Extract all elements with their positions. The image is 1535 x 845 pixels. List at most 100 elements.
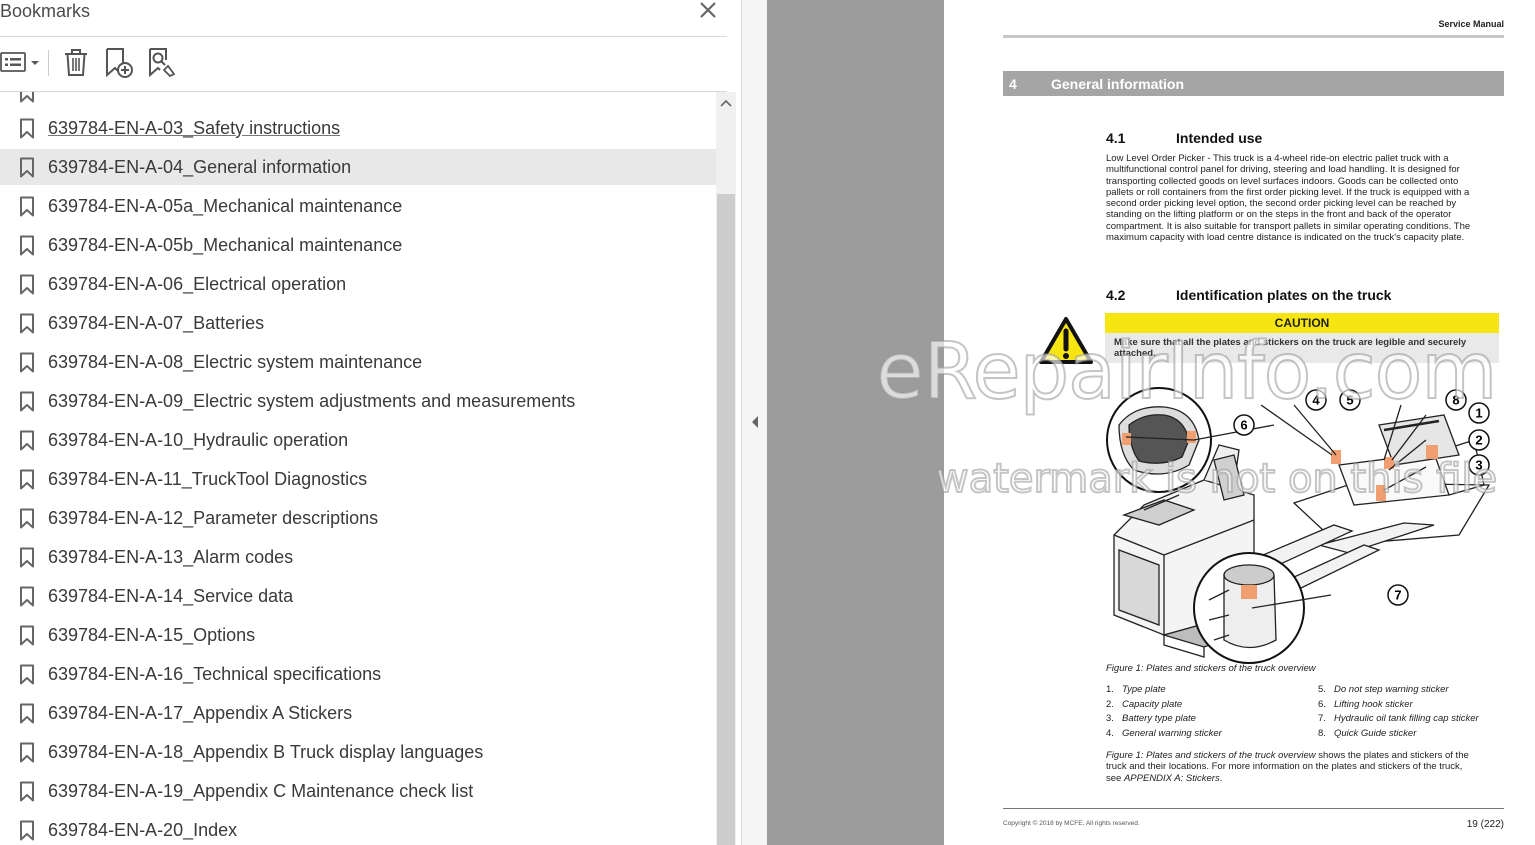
header-divider bbox=[0, 36, 727, 37]
bookmark-icon bbox=[20, 196, 34, 217]
bookmark-item[interactable]: 639784-EN-A-12_Parameter descriptions bbox=[0, 500, 716, 536]
legend-number: 3. bbox=[1106, 713, 1114, 724]
legend-text: General warning sticker bbox=[1122, 727, 1222, 739]
bookmark-item[interactable]: 639784-EN-A-14_Service data bbox=[0, 578, 716, 614]
bookmark-list: 639784-EN-A-03_Safety instructions 639784… bbox=[0, 92, 716, 845]
footer-rule bbox=[1003, 808, 1504, 809]
bookmark-icon bbox=[20, 664, 34, 685]
bookmark-icon bbox=[20, 430, 34, 451]
bookmark-icon bbox=[20, 274, 34, 295]
bookmark-item[interactable]: 639784-EN-A-20_Index bbox=[0, 812, 716, 845]
bookmark-item[interactable]: 639784-EN-A-19_Appendix C Maintenance ch… bbox=[0, 773, 716, 809]
bookmark-icon bbox=[20, 781, 34, 802]
legend-item: 5. Do not step warning sticker bbox=[1318, 684, 1449, 695]
panel-splitter[interactable] bbox=[741, 0, 767, 845]
truck-stickers-figure: 1 2 3 4 5 6 7 8 bbox=[1106, 387, 1491, 664]
bookmark-item[interactable]: 639784-EN-A-13_Alarm codes bbox=[0, 539, 716, 575]
figure-callout: 5 bbox=[1339, 389, 1361, 411]
legend-number: 1. bbox=[1106, 684, 1114, 695]
bookmark-item[interactable]: 639784-EN-A-11_TruckTool Diagnostics bbox=[0, 461, 716, 497]
callout-number: 8 bbox=[1452, 393, 1459, 408]
figure-callout: 2 bbox=[1468, 429, 1490, 451]
bookmark-item[interactable]: 639784-EN-A-05b_Mechanical maintenance bbox=[0, 227, 716, 263]
scroll-up-button[interactable] bbox=[716, 98, 736, 114]
bookmark-label: 639784-EN-A-05b_Mechanical maintenance bbox=[48, 234, 403, 255]
legend-text: Do not step warning sticker bbox=[1334, 684, 1449, 695]
bookmark-item[interactable]: 639784-EN-A-08_Electric system maintenan… bbox=[0, 344, 716, 380]
bookmark-label: 639784-EN-A-04_General information bbox=[48, 156, 352, 177]
caution-text: Make sure that all the plates and sticke… bbox=[1105, 333, 1499, 363]
collapse-panel-icon[interactable] bbox=[751, 415, 759, 429]
bookmark-icon bbox=[20, 742, 34, 763]
legend-number: 7. bbox=[1318, 713, 1326, 724]
legend-number: 5. bbox=[1318, 684, 1326, 695]
legend-text: Hydraulic oil tank filling cap sticker bbox=[1334, 713, 1479, 724]
section-title: General information bbox=[1051, 76, 1185, 92]
callout-number: 3 bbox=[1475, 458, 1482, 473]
subsection-title: Identification plates on the truck bbox=[1176, 287, 1392, 303]
bookmark-item-partial bbox=[0, 92, 716, 110]
callout-number: 5 bbox=[1346, 393, 1353, 408]
bookmark-icon bbox=[20, 92, 34, 103]
bookmark-item[interactable]: 639784-EN-A-05a_Mechanical maintenance bbox=[0, 188, 716, 224]
legend-text: Quick Guide sticker bbox=[1334, 727, 1417, 739]
bookmark-item[interactable]: 639784-EN-A-09_Electric system adjustmen… bbox=[0, 383, 716, 419]
bookmark-icon bbox=[20, 703, 34, 724]
find-bookmark-button[interactable] bbox=[143, 44, 177, 80]
callout-number: 7 bbox=[1394, 588, 1401, 603]
bookmark-item[interactable]: 639784-EN-A-17_Appendix A Stickers bbox=[0, 695, 716, 731]
bookmarks-panel: Bookmarks 639784-EN-A-03_Safety instruct… bbox=[0, 0, 741, 845]
bookmark-icon bbox=[20, 586, 34, 607]
closing-paragraph: Figure 1: Plates and stickers of the tru… bbox=[1106, 750, 1476, 784]
legend-item: 3. Battery type plate bbox=[1106, 713, 1196, 724]
bookmark-icon bbox=[20, 391, 34, 412]
options-menu-button[interactable] bbox=[0, 44, 42, 80]
bookmark-item[interactable]: 639784-EN-A-18_Appendix B Truck display … bbox=[0, 734, 716, 770]
bookmark-icon bbox=[20, 352, 34, 373]
delete-bookmark-button[interactable] bbox=[60, 44, 92, 80]
closing-end: . bbox=[1219, 772, 1223, 784]
legend-text: Lifting hook sticker bbox=[1334, 698, 1413, 710]
new-bookmark-button[interactable] bbox=[101, 44, 135, 80]
bookmark-item[interactable]: 639784-EN-A-07_Batteries bbox=[0, 305, 716, 341]
legend-number: 4. bbox=[1106, 727, 1114, 739]
figure-callout: 4 bbox=[1305, 389, 1327, 411]
document-page: Service Manual 4 General information 4.1… bbox=[944, 0, 1535, 845]
bookmark-item[interactable]: 639784-EN-A-10_Hydraulic operation bbox=[0, 422, 716, 458]
callout-number: 6 bbox=[1240, 418, 1247, 433]
bookmark-item[interactable]: 639784-EN-A-04_General information bbox=[0, 149, 716, 185]
bookmark-item[interactable]: 639784-EN-A-15_Options bbox=[0, 617, 716, 653]
subsection-number: 4.1 bbox=[1106, 130, 1126, 146]
close-panel-button[interactable] bbox=[697, 0, 719, 22]
bookmark-label: 639784-EN-A-11_TruckTool Diagnostics bbox=[48, 468, 368, 489]
bookmark-item[interactable]: 639784-EN-A-03_Safety instructions bbox=[0, 110, 716, 146]
bookmarks-toolbar bbox=[0, 44, 727, 82]
bookmark-item[interactable]: 639784-EN-A-06_Electrical operation bbox=[0, 266, 716, 302]
bookmark-label: 639784-EN-A-18_Appendix B Truck display … bbox=[48, 741, 484, 762]
figure-callout: 7 bbox=[1387, 584, 1409, 606]
bookmark-list-scrollbar[interactable] bbox=[716, 92, 736, 845]
section-heading: 4 General information bbox=[1003, 71, 1504, 96]
chevron-up-icon bbox=[720, 99, 732, 107]
legend-item: 7. Hydraulic oil tank filling cap sticker bbox=[1318, 713, 1479, 724]
bookmark-icon bbox=[20, 157, 34, 178]
figure-caption: Figure 1: Plates and stickers of the tru… bbox=[1106, 663, 1316, 674]
bookmark-label: 639784-EN-A-16_Technical specifications bbox=[48, 663, 382, 684]
bookmark-add-icon bbox=[106, 48, 133, 78]
figure-callout: 1 bbox=[1468, 402, 1490, 424]
bookmark-icon bbox=[20, 313, 34, 334]
bookmark-icon bbox=[20, 625, 34, 646]
bookmark-label: 639784-EN-A-06_Electrical operation bbox=[48, 273, 347, 294]
copyright-notice: Copyright © 2018 by MCFE. All rights res… bbox=[1003, 820, 1140, 827]
legend-text: Battery type plate bbox=[1122, 713, 1196, 724]
bookmark-item[interactable]: 639784-EN-A-16_Technical specifications bbox=[0, 656, 716, 692]
scroll-thumb[interactable] bbox=[717, 194, 735, 845]
appendix-link[interactable]: APPENDIX A: Stickers bbox=[1124, 773, 1220, 784]
bookmark-label: 639784-EN-A-03_Safety instructions bbox=[48, 117, 341, 138]
bookmark-icon bbox=[20, 235, 34, 256]
legend-number: 6. bbox=[1318, 698, 1326, 710]
bookmark-label: 639784-EN-A-07_Batteries bbox=[48, 312, 265, 333]
bookmark-label: 639784-EN-A-15_Options bbox=[48, 624, 256, 645]
bookmark-label: 639784-EN-A-09_Electric system adjustmen… bbox=[48, 390, 576, 411]
bookmark-label: 639784-EN-A-12_Parameter descriptions bbox=[48, 507, 379, 528]
